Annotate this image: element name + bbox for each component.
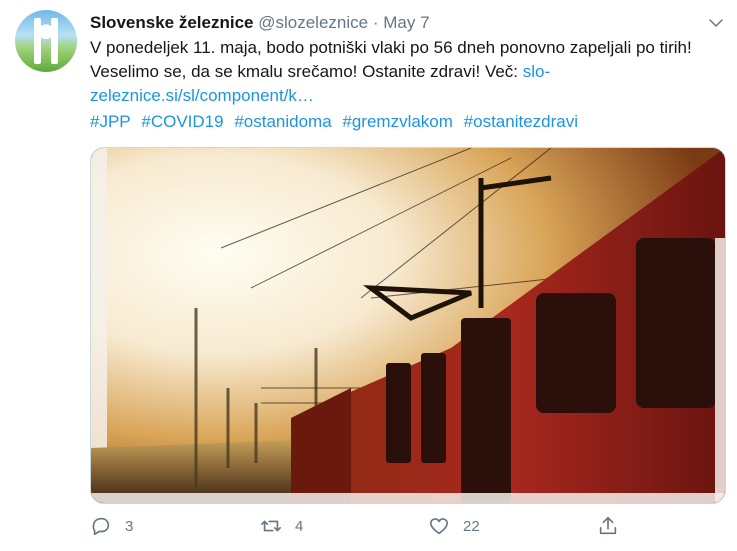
hashtag[interactable]: #ostanitezdravi bbox=[464, 112, 578, 131]
hashtag[interactable]: #gremzvlakom bbox=[342, 112, 453, 131]
logo-bar-right bbox=[51, 18, 58, 64]
hashtag[interactable]: #COVID19 bbox=[141, 112, 223, 131]
logo-bar-left bbox=[34, 18, 41, 64]
tweet-body: V ponedeljek 11. maja, bodo potniški vla… bbox=[90, 38, 692, 81]
train-photo-image bbox=[91, 148, 725, 503]
retweet-count: 4 bbox=[295, 517, 304, 535]
reply-button[interactable]: 3 bbox=[90, 515, 133, 537]
like-count: 22 bbox=[463, 517, 480, 535]
hashtag[interactable]: #ostanidoma bbox=[234, 112, 331, 131]
hashtag[interactable]: #JPP bbox=[90, 112, 131, 131]
retweet-icon bbox=[261, 520, 281, 532]
tweet-actions: 3 4 22 bbox=[90, 512, 724, 542]
tweet-header: Slovenske železnice @slozeleznice · May … bbox=[90, 12, 717, 34]
share-icon bbox=[599, 516, 617, 535]
tweet-date[interactable]: May 7 bbox=[383, 13, 429, 32]
share-button[interactable] bbox=[597, 515, 632, 537]
retweet-button[interactable]: 4 bbox=[260, 515, 303, 537]
author-handle[interactable]: @slozeleznice bbox=[258, 13, 368, 32]
reply-icon bbox=[92, 517, 110, 536]
author-name[interactable]: Slovenske železnice bbox=[90, 13, 253, 32]
separator-dot: · bbox=[372, 13, 379, 32]
tweet-text: V ponedeljek 11. maja, bodo potniški vla… bbox=[90, 36, 720, 108]
hashtag-list: #JPP #COVID19 #ostanidoma #gremzvlakom #… bbox=[90, 110, 584, 134]
tweet-photo[interactable] bbox=[90, 147, 726, 504]
author-avatar[interactable] bbox=[15, 10, 77, 72]
reply-count: 3 bbox=[125, 517, 134, 535]
like-button[interactable]: 22 bbox=[428, 515, 480, 537]
heart-icon bbox=[429, 518, 449, 535]
chevron-down-icon[interactable] bbox=[707, 14, 725, 32]
